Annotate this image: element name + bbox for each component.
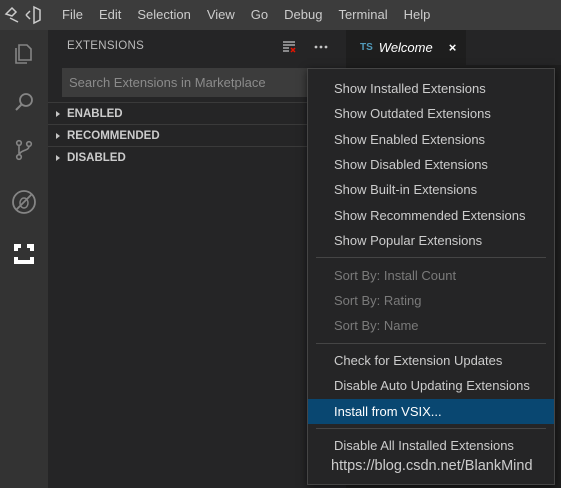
clear-extensions-input-icon[interactable] [281, 39, 297, 55]
editor-tab-bar: TS Welcome × [346, 30, 561, 65]
extensions-icon[interactable] [0, 230, 48, 278]
debug-icon[interactable] [0, 178, 48, 226]
extensions-sidebar: EXTENSIONS ENABLED RECOMMENDED DISABLED [48, 30, 346, 488]
menu-item-sort-by-name: Sort By: Name [334, 318, 419, 334]
source-control-icon[interactable] [0, 126, 48, 174]
menu-debug[interactable]: Debug [276, 0, 330, 30]
explorer-icon[interactable] [0, 30, 48, 78]
menu-item-check-for-extension-updates[interactable]: Check for Extension Updates [308, 348, 554, 373]
menu-bar: File Edit Selection View Go Debug Terminal Help [54, 0, 438, 30]
typescript-badge: TS [360, 42, 373, 53]
chevron-right-icon [48, 110, 67, 118]
menu-separator [316, 427, 546, 429]
menu-edit[interactable]: Edit [91, 0, 129, 30]
tab-welcome[interactable]: TS Welcome × [346, 30, 466, 65]
menu-item-install-from-vsix[interactable]: Install from VSIX... [308, 398, 554, 424]
menu-view[interactable]: View [199, 0, 243, 30]
menu-go[interactable]: Go [243, 0, 276, 30]
more-actions-icon[interactable] [313, 36, 329, 56]
menu-item-show-enabled-extensions[interactable]: Show Enabled Extensions [308, 127, 554, 152]
sidebar-header: EXTENSIONS [48, 30, 346, 65]
sidebar-title: EXTENSIONS [67, 40, 145, 52]
menu-selection[interactable]: Selection [129, 0, 198, 30]
menu-separator [316, 257, 546, 259]
menu-item-sort-by-rating: Sort By: Rating [334, 292, 422, 308]
chevron-right-icon [48, 154, 67, 162]
watermark: https://blog.csdn.net/BlankMind [331, 458, 533, 474]
menu-item-show-installed-extensions[interactable]: Show Installed Extensions [308, 76, 554, 101]
tab-label: Welcome [378, 40, 433, 55]
section-label: ENABLED [67, 107, 123, 120]
menu-item-show-built-in-extensions[interactable]: Show Built-in Extensions [308, 177, 554, 202]
section-label: RECOMMENDED [67, 129, 160, 142]
title-bar: File Edit Selection View Go Debug Terminal Help [0, 0, 561, 30]
section-recommended[interactable]: RECOMMENDED [48, 124, 346, 146]
vscode-logo-icon [0, 0, 54, 30]
chevron-right-icon [48, 132, 67, 140]
section-label: DISABLED [67, 151, 126, 164]
search-icon[interactable] [0, 78, 48, 126]
section-enabled[interactable]: ENABLED [48, 102, 346, 124]
menu-item-show-outdated-extensions[interactable]: Show Outdated Extensions [308, 101, 554, 126]
menu-item-show-disabled-extensions[interactable]: Show Disabled Extensions [308, 152, 554, 177]
section-disabled[interactable]: DISABLED [48, 146, 346, 168]
menu-item-show-popular-extensions[interactable]: Show Popular Extensions [308, 228, 554, 253]
menu-file[interactable]: File [54, 0, 91, 30]
menu-item-disable-auto-updating-extensions[interactable]: Disable Auto Updating Extensions [308, 373, 554, 398]
menu-separator [316, 342, 546, 344]
menu-terminal[interactable]: Terminal [330, 0, 395, 30]
extensions-search-input[interactable] [63, 69, 311, 96]
menu-item-sort-by-install-count: Sort By: Install Count [334, 267, 457, 283]
extensions-more-actions-menu: Show Installed Extensions Show Outdated E… [307, 68, 555, 485]
menu-help[interactable]: Help [396, 0, 439, 30]
extensions-search-box [62, 68, 312, 97]
menu-item-show-recommended-extensions[interactable]: Show Recommended Extensions [308, 203, 554, 228]
close-icon[interactable]: × [449, 40, 457, 55]
menu-item-disable-all-installed-extensions[interactable]: Disable All Installed Extensions [308, 433, 554, 458]
activity-bar [0, 30, 48, 488]
